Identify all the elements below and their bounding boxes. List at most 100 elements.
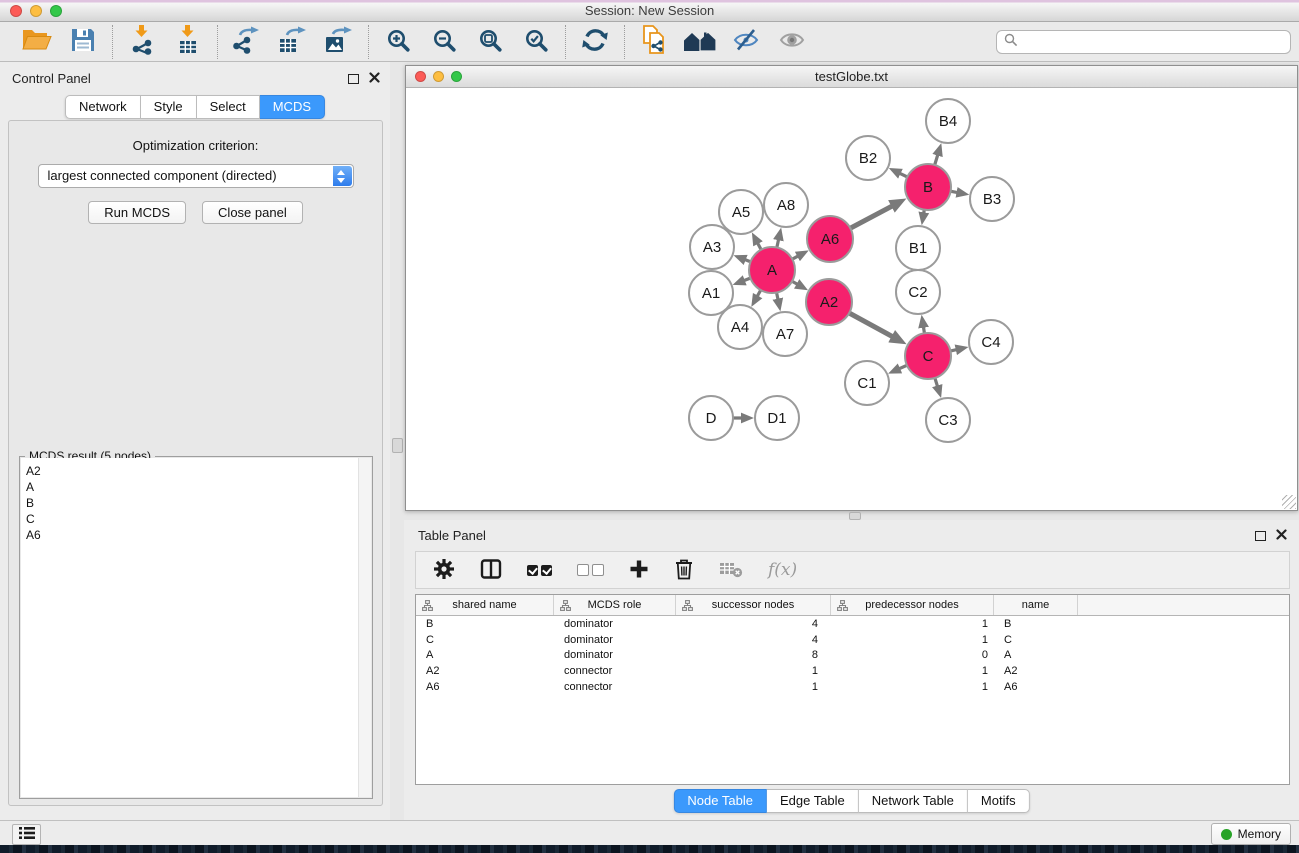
column-header-predecessor-nodes[interactable]: predecessor nodes [831,595,994,615]
column-header-shared-name[interactable]: shared name [416,595,554,615]
table-cell[interactable]: 8 [676,649,831,661]
table-cell[interactable]: C [416,634,554,646]
graph-node-B1[interactable]: B1 [896,226,940,270]
table-cell[interactable]: B [994,618,1078,630]
resize-grip-icon[interactable] [1282,495,1296,509]
table-row[interactable]: Adominator80A [416,648,1289,664]
import-table-button[interactable] [170,25,206,59]
column-header-name[interactable]: name [994,595,1078,615]
table-tab-motifs[interactable]: Motifs [968,789,1030,813]
table-settings-button[interactable] [433,558,455,583]
column-header-successor-nodes[interactable]: successor nodes [676,595,831,615]
network-graph[interactable]: B4B2BB3A8A5A6A3B1AA1C2A2A4A7C4CC1DD1C3 [406,88,1297,510]
table-tab-network-table[interactable]: Network Table [859,789,968,813]
graph-node-A8[interactable]: A8 [764,183,808,227]
show-columns-button[interactable] [480,558,502,583]
mcds-result-item[interactable]: C [26,511,359,527]
tab-style[interactable]: Style [141,95,197,119]
graph-node-A2[interactable]: A2 [806,279,852,325]
close-table-panel-icon[interactable] [1276,528,1287,543]
tab-network[interactable]: Network [65,95,141,119]
mcds-result-item[interactable]: A [26,479,359,495]
table-cell[interactable]: connector [554,665,676,677]
panel-splitter[interactable] [390,62,404,820]
table-cell[interactable]: connector [554,681,676,693]
save-session-button[interactable] [65,25,101,59]
search-field[interactable] [996,30,1291,54]
table-cell[interactable]: 1 [831,634,994,646]
table-cell[interactable]: B [416,618,554,630]
close-panel-icon[interactable] [369,71,380,86]
graph-node-C3[interactable]: C3 [926,398,970,442]
table-cell[interactable]: A [994,649,1078,661]
mcds-result-list[interactable]: A2ABCA6 [21,458,359,797]
mcds-result-item[interactable]: A6 [26,527,359,543]
table-cell[interactable]: A [416,649,554,661]
zoom-selected-button[interactable] [518,25,554,59]
graph-node-C2[interactable]: C2 [896,270,940,314]
table-cell[interactable]: 1 [831,681,994,693]
task-history-button[interactable] [12,824,41,845]
mcds-result-item[interactable]: A2 [26,463,359,479]
table-splitter-handle[interactable] [849,512,861,520]
table-row[interactable]: Bdominator41B [416,616,1289,632]
table-cell[interactable]: 1 [831,618,994,630]
select-all-rows-button[interactable] [527,565,552,576]
import-network-button[interactable] [124,25,160,59]
table-cell[interactable]: dominator [554,649,676,661]
table-cell[interactable]: 4 [676,618,831,630]
close-panel-button[interactable]: Close panel [202,201,303,224]
graph-node-A3[interactable]: A3 [690,225,734,269]
table-cell[interactable]: 1 [676,681,831,693]
node-table[interactable]: shared nameMCDS rolesuccessor nodesprede… [415,594,1290,785]
graph-node-A4[interactable]: A4 [718,305,762,349]
graph-node-C[interactable]: C [905,333,951,379]
graph-node-B4[interactable]: B4 [926,99,970,143]
table-row[interactable]: Cdominator41C [416,632,1289,648]
table-cell[interactable]: 0 [831,649,994,661]
table-row[interactable]: A6connector11A6 [416,679,1289,695]
table-cell[interactable]: A2 [994,665,1078,677]
table-tab-edge-table[interactable]: Edge Table [767,789,859,813]
hide-selected-button[interactable] [728,25,764,59]
table-cell[interactable]: A2 [416,665,554,677]
graph-node-A7[interactable]: A7 [763,312,807,356]
network-view-window[interactable]: testGlobe.txt B4B2BB3A8A5A6A3B1AA1C2A2A4… [405,65,1298,511]
table-cell[interactable]: dominator [554,634,676,646]
mcds-list-scrollbar[interactable] [358,458,371,797]
table-row[interactable]: A2connector11A2 [416,663,1289,679]
table-cell[interactable]: 4 [676,634,831,646]
graph-node-B3[interactable]: B3 [970,177,1014,221]
splitter-handle[interactable] [392,438,403,453]
new-network-from-selection-button[interactable] [636,25,672,59]
mcds-result-item[interactable]: B [26,495,359,511]
delete-columns-button[interactable] [674,558,694,583]
export-network-button[interactable] [229,25,265,59]
refresh-view-button[interactable] [577,25,613,59]
export-image-button[interactable] [321,25,357,59]
function-builder-button[interactable]: f(x) [768,560,797,580]
criterion-select[interactable]: largest connected component (directed) [38,164,354,188]
tab-mcds[interactable]: MCDS [260,95,325,119]
column-header-mcds-role[interactable]: MCDS role [554,595,676,615]
table-tab-node-table[interactable]: Node Table [673,789,767,813]
float-panel-icon[interactable] [348,74,359,84]
show-hidden-button[interactable] [774,25,810,59]
table-header-row[interactable]: shared nameMCDS rolesuccessor nodesprede… [416,595,1289,616]
graph-node-C1[interactable]: C1 [845,361,889,405]
network-canvas[interactable]: B4B2BB3A8A5A6A3B1AA1C2A2A4A7C4CC1DD1C3 [406,88,1297,510]
table-cell[interactable]: dominator [554,618,676,630]
delete-table-button[interactable] [719,560,743,581]
open-session-button[interactable] [19,25,55,59]
table-cell[interactable]: 1 [676,665,831,677]
graph-node-A[interactable]: A [749,247,795,293]
graph-node-C4[interactable]: C4 [969,320,1013,364]
tab-select[interactable]: Select [197,95,260,119]
search-input[interactable] [1022,34,1283,50]
graph-node-B2[interactable]: B2 [846,136,890,180]
float-table-panel-icon[interactable] [1255,531,1266,541]
zoom-in-button[interactable] [380,25,416,59]
graph-node-B[interactable]: B [905,164,951,210]
table-cell[interactable]: C [994,634,1078,646]
table-cell[interactable]: 1 [831,665,994,677]
